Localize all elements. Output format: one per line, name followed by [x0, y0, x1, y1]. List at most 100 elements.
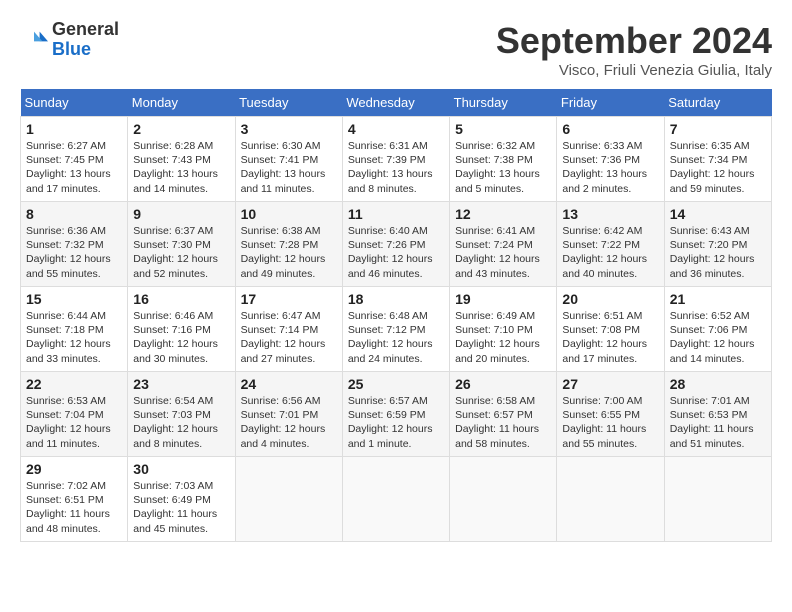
day-info: Sunrise: 6:37 AM Sunset: 7:30 PM Dayligh…	[133, 224, 229, 281]
day-info: Sunrise: 6:52 AM Sunset: 7:06 PM Dayligh…	[670, 309, 766, 366]
day-info: Sunrise: 7:01 AM Sunset: 6:53 PM Dayligh…	[670, 394, 766, 451]
day-cell: 10 Sunrise: 6:38 AM Sunset: 7:28 PM Dayli…	[235, 202, 342, 287]
day-cell: 20 Sunrise: 6:51 AM Sunset: 7:08 PM Dayli…	[557, 287, 664, 372]
day-info: Sunrise: 6:38 AM Sunset: 7:28 PM Dayligh…	[241, 224, 337, 281]
week-row: 29 Sunrise: 7:02 AM Sunset: 6:51 PM Dayli…	[21, 457, 772, 542]
week-row: 22Sunrise: 6:53 AM Sunset: 7:04 PM Dayli…	[21, 372, 772, 457]
day-info: Sunrise: 6:27 AM Sunset: 7:45 PM Dayligh…	[26, 139, 122, 196]
day-number: 2	[133, 121, 229, 137]
day-cell: 8Sunrise: 6:36 AM Sunset: 7:32 PM Daylig…	[21, 202, 128, 287]
day-cell: 28 Sunrise: 7:01 AM Sunset: 6:53 PM Dayli…	[664, 372, 771, 457]
day-info: Sunrise: 7:00 AM Sunset: 6:55 PM Dayligh…	[562, 394, 658, 451]
col-header-wednesday: Wednesday	[342, 89, 449, 117]
day-cell: 16 Sunrise: 6:46 AM Sunset: 7:16 PM Dayli…	[128, 287, 235, 372]
day-cell	[342, 457, 449, 542]
day-cell: 13 Sunrise: 6:42 AM Sunset: 7:22 PM Dayli…	[557, 202, 664, 287]
day-cell: 15Sunrise: 6:44 AM Sunset: 7:18 PM Dayli…	[21, 287, 128, 372]
day-cell	[450, 457, 557, 542]
day-cell: 30 Sunrise: 7:03 AM Sunset: 6:49 PM Dayli…	[128, 457, 235, 542]
day-number: 18	[348, 291, 444, 307]
day-info: Sunrise: 6:30 AM Sunset: 7:41 PM Dayligh…	[241, 139, 337, 196]
col-header-saturday: Saturday	[664, 89, 771, 117]
day-info: Sunrise: 6:31 AM Sunset: 7:39 PM Dayligh…	[348, 139, 444, 196]
logo-blue: Blue	[52, 40, 119, 60]
day-number: 4	[348, 121, 444, 137]
day-info: Sunrise: 6:42 AM Sunset: 7:22 PM Dayligh…	[562, 224, 658, 281]
day-cell: 5 Sunrise: 6:32 AM Sunset: 7:38 PM Daylig…	[450, 117, 557, 202]
day-cell: 24 Sunrise: 6:56 AM Sunset: 7:01 PM Dayli…	[235, 372, 342, 457]
day-info: Sunrise: 6:51 AM Sunset: 7:08 PM Dayligh…	[562, 309, 658, 366]
day-number: 15	[26, 291, 122, 307]
day-number: 19	[455, 291, 551, 307]
day-number: 7	[670, 121, 766, 137]
day-cell: 22Sunrise: 6:53 AM Sunset: 7:04 PM Dayli…	[21, 372, 128, 457]
day-info: Sunrise: 6:28 AM Sunset: 7:43 PM Dayligh…	[133, 139, 229, 196]
location: Visco, Friuli Venezia Giulia, Italy	[496, 62, 772, 79]
day-number: 10	[241, 206, 337, 222]
day-info: Sunrise: 7:02 AM Sunset: 6:51 PM Dayligh…	[26, 479, 122, 536]
day-info: Sunrise: 6:33 AM Sunset: 7:36 PM Dayligh…	[562, 139, 658, 196]
day-info: Sunrise: 6:46 AM Sunset: 7:16 PM Dayligh…	[133, 309, 229, 366]
day-number: 5	[455, 121, 551, 137]
day-cell: 4 Sunrise: 6:31 AM Sunset: 7:39 PM Daylig…	[342, 117, 449, 202]
day-cell: 14Sunrise: 6:43 AM Sunset: 7:20 PM Dayli…	[664, 202, 771, 287]
col-header-sunday: Sunday	[21, 89, 128, 117]
day-cell: 25Sunrise: 6:57 AM Sunset: 6:59 PM Dayli…	[342, 372, 449, 457]
day-number: 23	[133, 376, 229, 392]
day-cell: 7 Sunrise: 6:35 AM Sunset: 7:34 PM Daylig…	[664, 117, 771, 202]
title-area: September 2024 Visco, Friuli Venezia Giu…	[496, 20, 772, 79]
day-number: 17	[241, 291, 337, 307]
day-cell: 12Sunrise: 6:41 AM Sunset: 7:24 PM Dayli…	[450, 202, 557, 287]
day-info: Sunrise: 6:54 AM Sunset: 7:03 PM Dayligh…	[133, 394, 229, 451]
day-cell: 21 Sunrise: 6:52 AM Sunset: 7:06 PM Dayli…	[664, 287, 771, 372]
calendar-table: SundayMondayTuesdayWednesdayThursdayFrid…	[20, 89, 772, 542]
day-number: 16	[133, 291, 229, 307]
day-number: 30	[133, 461, 229, 477]
logo-icon	[20, 26, 48, 54]
day-number: 22	[26, 376, 122, 392]
day-cell: 27 Sunrise: 7:00 AM Sunset: 6:55 PM Dayli…	[557, 372, 664, 457]
day-number: 26	[455, 376, 551, 392]
week-row: 1 Sunrise: 6:27 AM Sunset: 7:45 PM Daylig…	[21, 117, 772, 202]
day-cell: 9Sunrise: 6:37 AM Sunset: 7:30 PM Daylig…	[128, 202, 235, 287]
day-info: Sunrise: 6:57 AM Sunset: 6:59 PM Dayligh…	[348, 394, 444, 451]
day-number: 14	[670, 206, 766, 222]
day-cell: 26Sunrise: 6:58 AM Sunset: 6:57 PM Dayli…	[450, 372, 557, 457]
day-cell: 11 Sunrise: 6:40 AM Sunset: 7:26 PM Dayli…	[342, 202, 449, 287]
day-info: Sunrise: 6:47 AM Sunset: 7:14 PM Dayligh…	[241, 309, 337, 366]
day-cell: 2 Sunrise: 6:28 AM Sunset: 7:43 PM Daylig…	[128, 117, 235, 202]
day-number: 27	[562, 376, 658, 392]
day-number: 20	[562, 291, 658, 307]
day-cell: 3Sunrise: 6:30 AM Sunset: 7:41 PM Daylig…	[235, 117, 342, 202]
day-cell: 1 Sunrise: 6:27 AM Sunset: 7:45 PM Daylig…	[21, 117, 128, 202]
day-info: Sunrise: 6:56 AM Sunset: 7:01 PM Dayligh…	[241, 394, 337, 451]
day-number: 8	[26, 206, 122, 222]
day-cell: 29 Sunrise: 7:02 AM Sunset: 6:51 PM Dayli…	[21, 457, 128, 542]
day-number: 13	[562, 206, 658, 222]
col-header-thursday: Thursday	[450, 89, 557, 117]
day-info: Sunrise: 6:48 AM Sunset: 7:12 PM Dayligh…	[348, 309, 444, 366]
column-headers: SundayMondayTuesdayWednesdayThursdayFrid…	[21, 89, 772, 117]
col-header-tuesday: Tuesday	[235, 89, 342, 117]
day-number: 24	[241, 376, 337, 392]
day-info: Sunrise: 6:35 AM Sunset: 7:34 PM Dayligh…	[670, 139, 766, 196]
logo-text: General Blue	[52, 20, 119, 60]
day-number: 6	[562, 121, 658, 137]
day-number: 1	[26, 121, 122, 137]
day-number: 29	[26, 461, 122, 477]
day-info: Sunrise: 7:03 AM Sunset: 6:49 PM Dayligh…	[133, 479, 229, 536]
header: General Blue September 2024 Visco, Friul…	[20, 20, 772, 79]
day-cell: 6 Sunrise: 6:33 AM Sunset: 7:36 PM Daylig…	[557, 117, 664, 202]
day-cell	[235, 457, 342, 542]
day-number: 21	[670, 291, 766, 307]
day-info: Sunrise: 6:40 AM Sunset: 7:26 PM Dayligh…	[348, 224, 444, 281]
day-number: 12	[455, 206, 551, 222]
day-cell: 17 Sunrise: 6:47 AM Sunset: 7:14 PM Dayli…	[235, 287, 342, 372]
day-info: Sunrise: 6:32 AM Sunset: 7:38 PM Dayligh…	[455, 139, 551, 196]
day-cell: 23 Sunrise: 6:54 AM Sunset: 7:03 PM Dayli…	[128, 372, 235, 457]
logo-general: General	[52, 20, 119, 40]
day-number: 11	[348, 206, 444, 222]
col-header-friday: Friday	[557, 89, 664, 117]
day-number: 28	[670, 376, 766, 392]
col-header-monday: Monday	[128, 89, 235, 117]
